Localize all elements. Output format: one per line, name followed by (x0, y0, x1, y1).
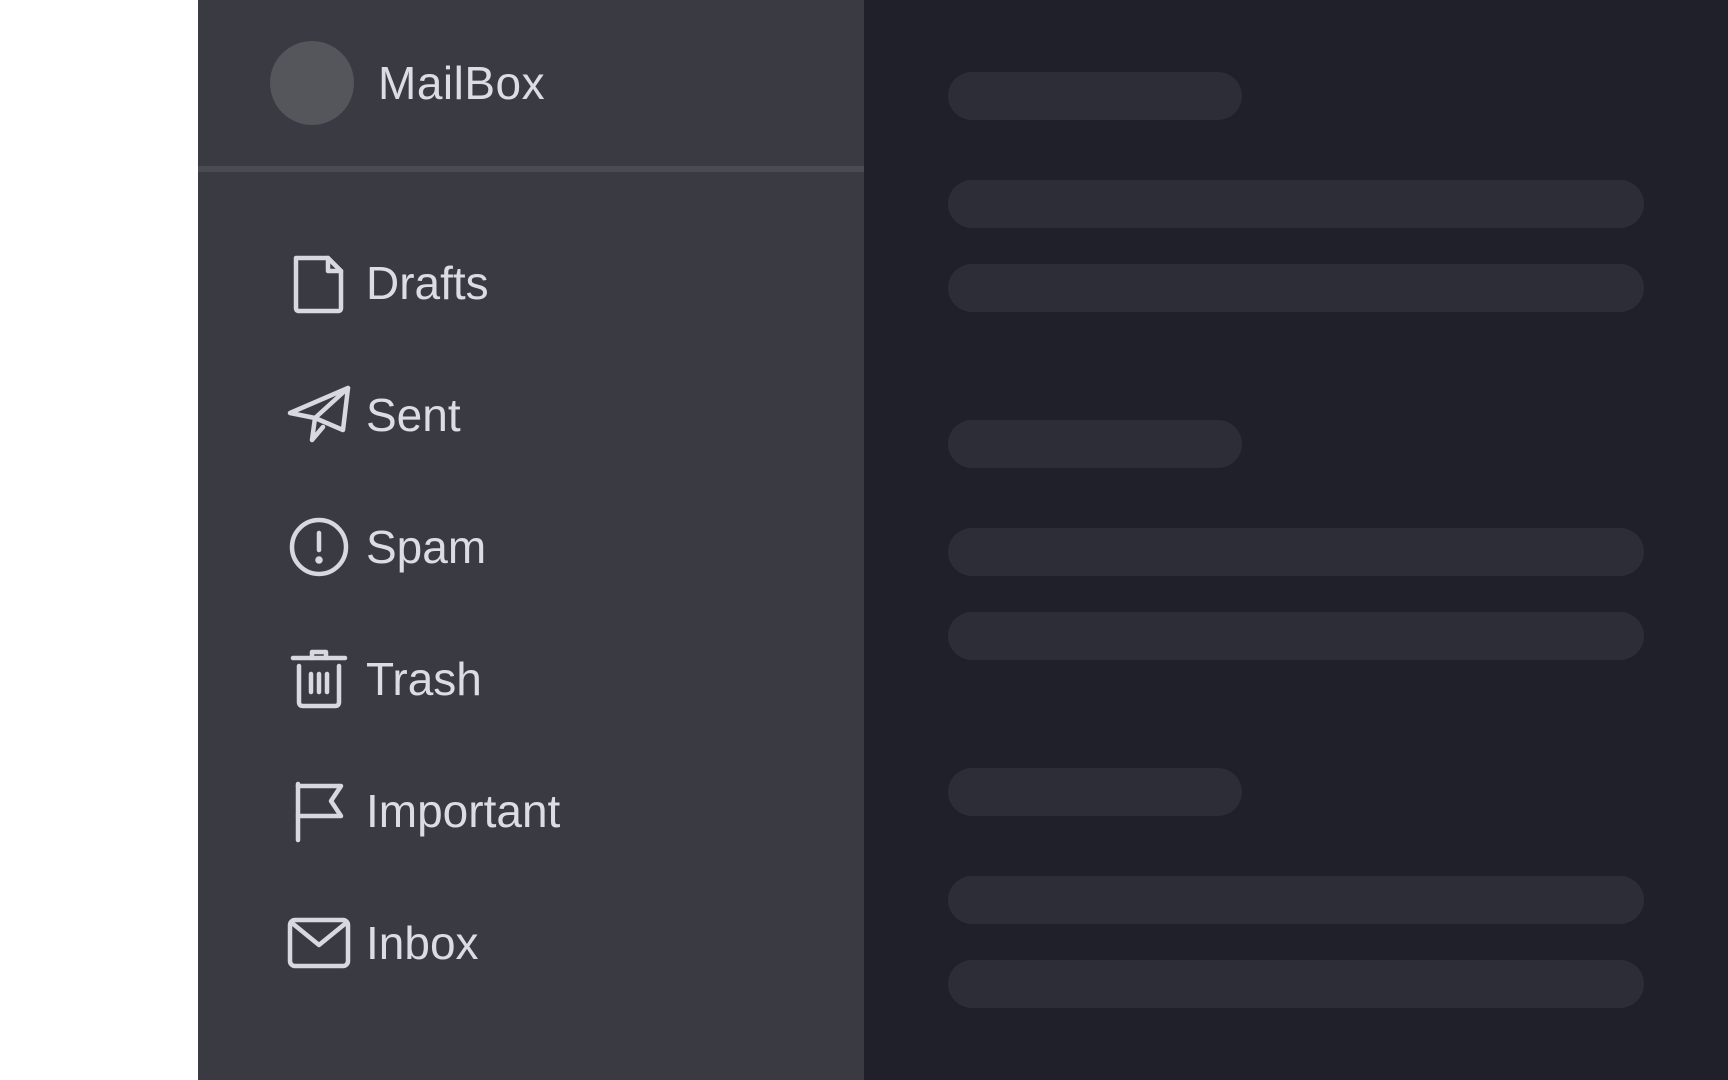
flag-icon (286, 778, 352, 844)
skeleton-line (948, 528, 1644, 576)
sidebar-item-trash[interactable]: Trash (198, 613, 864, 745)
avatar[interactable] (270, 41, 354, 125)
skeleton-line (948, 180, 1644, 228)
skeleton-line (948, 264, 1644, 312)
sidebar-item-sent[interactable]: Sent (198, 349, 864, 481)
sidebar-item-label: Sent (366, 389, 461, 441)
skeleton-line (948, 960, 1644, 1008)
file-icon (286, 250, 352, 316)
paper-plane-icon (286, 382, 352, 448)
mail-app: MailBox Drafts Sent Spam Trash Important… (198, 0, 1728, 1080)
skeleton-line (948, 420, 1242, 468)
skeleton-line (948, 768, 1242, 816)
sidebar-item-drafts[interactable]: Drafts (198, 217, 864, 349)
skeleton-line (948, 612, 1644, 660)
sidebar-item-spam[interactable]: Spam (198, 481, 864, 613)
sidebar-item-inbox[interactable]: Inbox (198, 877, 864, 1009)
brand-header: MailBox (198, 0, 864, 172)
message-list-placeholder (864, 0, 1728, 1080)
mail-icon (286, 910, 352, 976)
sidebar-item-important[interactable]: Important (198, 745, 864, 877)
skeleton-line (948, 72, 1242, 120)
sidebar-item-label: Drafts (366, 257, 489, 309)
sidebar-item-label: Spam (366, 521, 487, 573)
sidebar-item-label: Inbox (366, 917, 479, 969)
sidebar-item-label: Trash (366, 653, 482, 705)
app-title: MailBox (378, 57, 546, 109)
alert-circle-icon (286, 514, 352, 580)
folder-nav: Drafts Sent Spam Trash Important Inbox (198, 217, 864, 1009)
sidebar: MailBox Drafts Sent Spam Trash Important… (198, 0, 864, 1080)
skeleton-line (948, 876, 1644, 924)
trash-icon (286, 646, 352, 712)
sidebar-item-label: Important (366, 785, 561, 837)
